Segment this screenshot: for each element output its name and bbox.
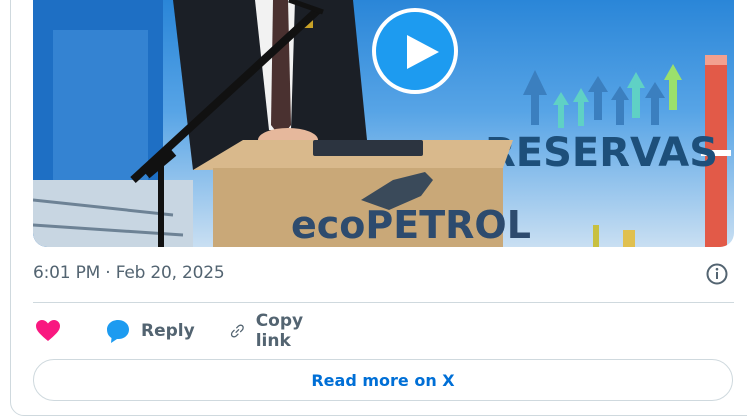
play-button[interactable]	[372, 8, 458, 94]
banner-text: RESERVAS	[485, 130, 718, 176]
like-button[interactable]	[35, 316, 61, 346]
podium-logo-text: ecoPETROL	[291, 203, 531, 247]
info-icon	[706, 263, 728, 285]
link-icon	[230, 324, 244, 338]
play-icon	[407, 35, 439, 69]
growth-arrows-graphic	[523, 70, 665, 125]
copy-link-button[interactable]: Copy link	[229, 311, 312, 351]
reply-label: Reply	[141, 321, 195, 341]
reply-bubble-icon	[107, 320, 129, 343]
copy-link-label: Copy link	[255, 311, 304, 351]
read-more-label: Read more on X	[311, 370, 455, 390]
reply-button[interactable]: Reply	[105, 316, 195, 346]
read-more-button[interactable]: Read more on X	[33, 359, 733, 401]
heart-icon	[36, 320, 60, 341]
info-button[interactable]	[706, 263, 728, 285]
divider	[33, 302, 734, 303]
tweet-timestamp[interactable]: 6:01 PM · Feb 20, 2025	[33, 263, 225, 283]
video-thumbnail[interactable]: RESERVAS ecoPETROL	[33, 0, 734, 247]
